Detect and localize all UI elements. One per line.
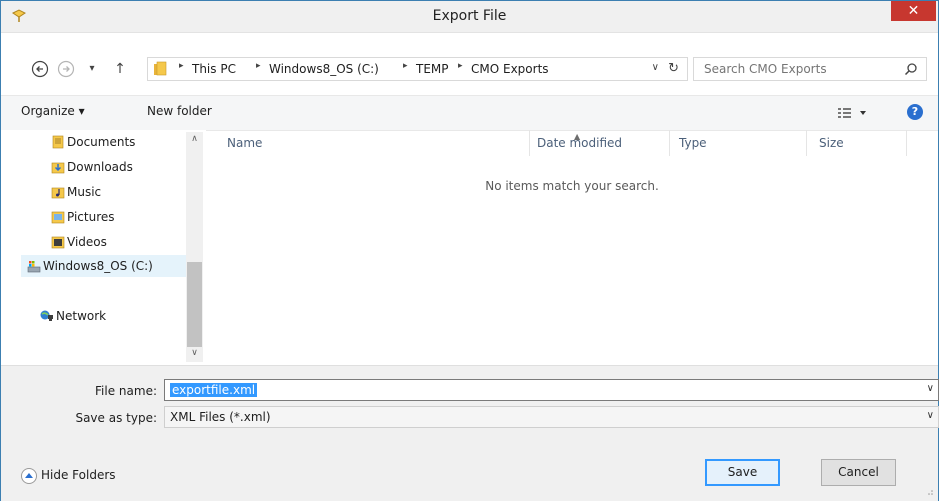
breadcrumb-this-pc[interactable]: This PC	[192, 62, 236, 76]
new-folder-button[interactable]: New folder	[147, 104, 212, 118]
breadcrumb-cmo-exports[interactable]: CMO Exports	[471, 62, 549, 76]
back-button[interactable]	[29, 60, 51, 78]
search-box[interactable]	[693, 57, 927, 81]
breadcrumb-separator: ▸	[179, 61, 184, 71]
save-as-type-dropdown-icon[interactable]: ∨	[927, 410, 934, 421]
change-view-icon[interactable]	[836, 105, 872, 121]
sidebar-item-label: Downloads	[67, 160, 133, 174]
file-name-field[interactable]: exportfile.xml ∨	[164, 379, 939, 401]
help-icon[interactable]: ?	[907, 104, 923, 120]
back-arrow-icon	[31, 60, 49, 78]
recent-locations-button[interactable]: ▾	[81, 60, 103, 78]
resize-grip-icon[interactable]	[924, 486, 934, 496]
search-input[interactable]	[702, 61, 886, 77]
save-as-type-label: Save as type:	[75, 411, 157, 425]
network-icon	[40, 310, 53, 321]
save-button[interactable]: Save	[705, 459, 780, 486]
navigation-scrollbar[interactable]: ∧ ∨	[186, 132, 203, 362]
documents-icon	[52, 135, 64, 149]
column-header-type[interactable]: Type	[679, 136, 707, 150]
address-bar[interactable]: ▸ This PC ▸ Windows8_OS (C:) ▸ TEMP ▸ CM…	[147, 57, 688, 81]
hide-folders-label: Hide Folders	[41, 468, 116, 482]
window-title: Export File	[432, 8, 507, 24]
column-divider[interactable]	[806, 130, 807, 156]
scroll-up-icon[interactable]: ∧	[186, 134, 203, 144]
sidebar-item-windows8-os[interactable]: Windows8_OS (C:)	[21, 255, 186, 277]
breadcrumb-windows8-os[interactable]: Windows8_OS (C:)	[269, 62, 379, 76]
address-dropdown-icon[interactable]: ∨	[652, 62, 659, 73]
save-as-type-select[interactable]: XML Files (*.xml) ∨	[164, 406, 939, 428]
column-divider[interactable]	[529, 130, 530, 156]
file-name-value[interactable]: exportfile.xml	[170, 383, 258, 397]
command-bar: Organize ▾ New folder ?	[1, 95, 938, 131]
scrollbar-thumb[interactable]	[187, 262, 202, 347]
save-as-type-value: XML Files (*.xml)	[170, 410, 271, 424]
sidebar-item-label: Videos	[67, 235, 107, 249]
export-file-dialog: Export File ✕ ▾ ↑ ▸ This PC ▸ Windows8_O…	[0, 0, 939, 501]
sidebar-item-label: Documents	[67, 135, 136, 149]
close-button[interactable]: ✕	[891, 1, 936, 21]
file-list[interactable]: Name ▲ Date modified Type Size No items …	[206, 130, 938, 365]
cancel-button[interactable]: Cancel	[821, 459, 896, 486]
breadcrumb-separator: ▸	[458, 61, 463, 71]
up-button[interactable]: ↑	[109, 60, 131, 78]
drive-icon	[27, 261, 41, 273]
videos-icon	[51, 236, 65, 249]
file-name-label: File name:	[95, 384, 157, 398]
folder-icon	[154, 61, 167, 76]
file-name-dropdown-icon[interactable]: ∨	[927, 383, 934, 394]
downloads-icon	[51, 162, 65, 174]
empty-message: No items match your search.	[485, 179, 659, 193]
column-header-size[interactable]: Size	[819, 136, 844, 150]
breadcrumb-separator: ▸	[256, 61, 261, 71]
music-icon	[51, 187, 65, 199]
scroll-down-icon[interactable]: ∨	[186, 348, 203, 358]
pictures-icon	[51, 211, 65, 224]
navigation-pane: Documents Downloads Music Pictures Video…	[1, 130, 206, 365]
sidebar-item-label: Pictures	[67, 210, 115, 224]
sidebar-item-label: Windows8_OS (C:)	[43, 259, 153, 273]
refresh-icon[interactable]: ↻	[668, 61, 679, 76]
sidebar-item-label: Network	[56, 309, 107, 323]
breadcrumb-temp[interactable]: TEMP	[416, 62, 449, 76]
column-divider[interactable]	[906, 130, 907, 156]
forward-arrow-icon	[57, 60, 75, 78]
column-header-date-modified[interactable]: Date modified	[537, 136, 622, 150]
organize-menu[interactable]: Organize ▾	[21, 104, 85, 118]
sidebar-item-label: Music	[67, 185, 102, 199]
title-bar[interactable]: Export File ✕	[1, 1, 938, 33]
search-icon[interactable]	[904, 62, 918, 76]
chevron-up-icon	[21, 468, 37, 484]
breadcrumb-separator: ▸	[403, 61, 408, 71]
column-divider[interactable]	[669, 130, 670, 156]
forward-button[interactable]	[55, 60, 77, 78]
column-header-name[interactable]: Name	[227, 136, 262, 150]
